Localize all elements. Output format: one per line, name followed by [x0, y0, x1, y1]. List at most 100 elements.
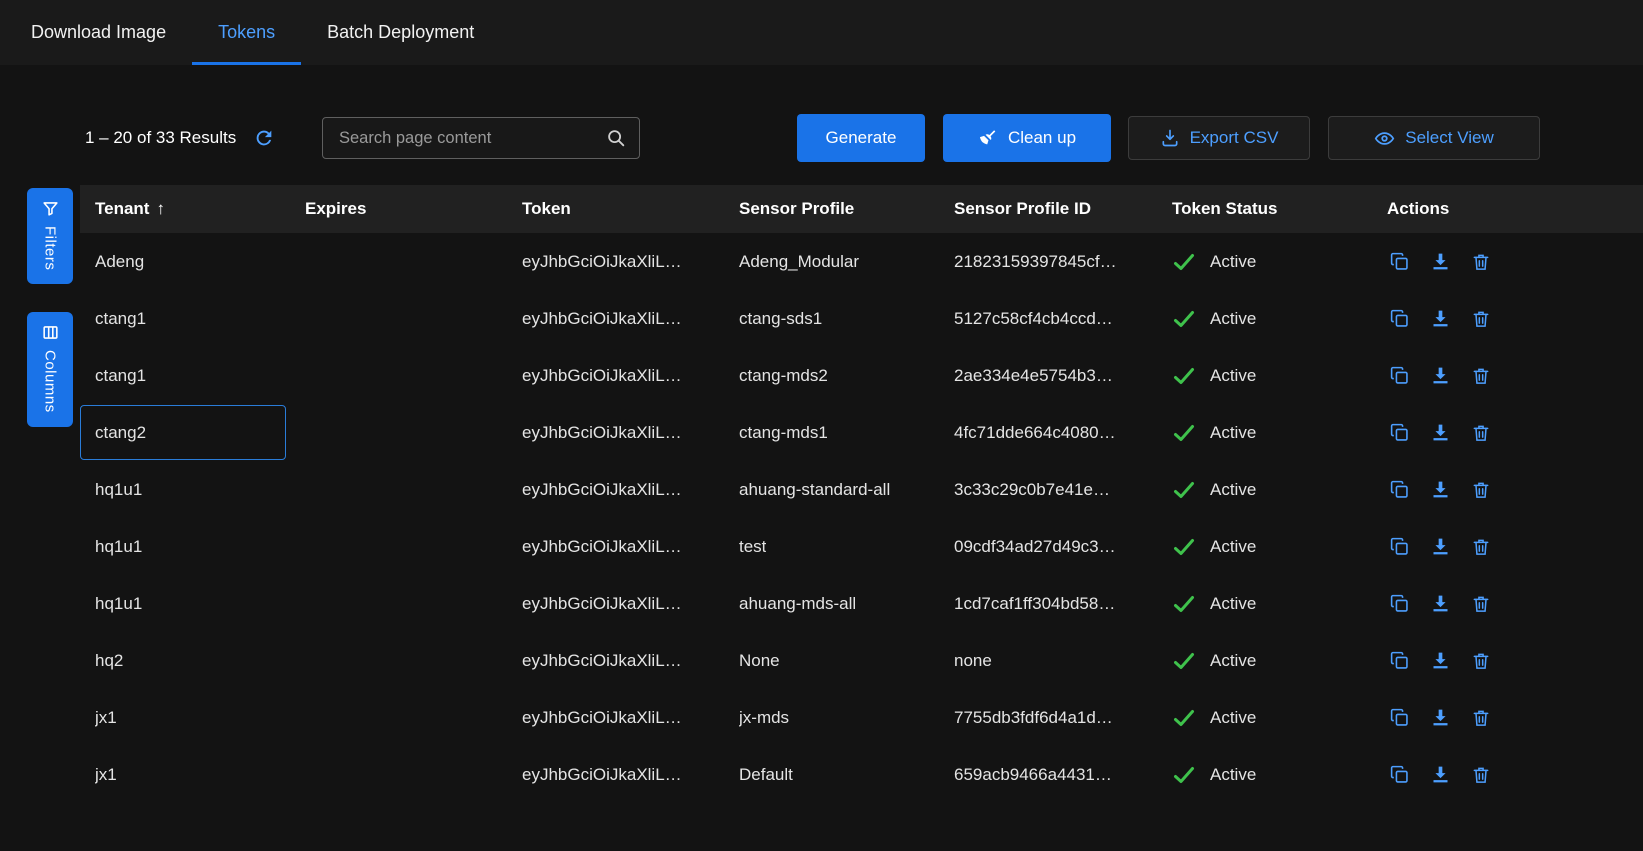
header-token[interactable]: Token	[507, 199, 724, 219]
download-token-button[interactable]	[1428, 649, 1452, 673]
cell-token[interactable]: eyJhbGciOiJkaXliL…	[507, 746, 724, 803]
download-token-button[interactable]	[1428, 307, 1452, 331]
download-token-button[interactable]	[1428, 421, 1452, 445]
cell-sensor-profile[interactable]: None	[724, 632, 939, 689]
cell-tenant[interactable]: ctang2	[80, 405, 286, 460]
cell-token[interactable]: eyJhbGciOiJkaXliL…	[507, 518, 724, 575]
refresh-button[interactable]	[252, 126, 276, 150]
header-token-status[interactable]: Token Status	[1157, 199, 1372, 219]
cell-tenant[interactable]: ctang1	[80, 347, 290, 404]
copy-token-button[interactable]	[1387, 649, 1411, 673]
tab-batch-deployment[interactable]: Batch Deployment	[301, 0, 500, 65]
copy-token-button[interactable]	[1387, 478, 1411, 502]
cell-sensor-profile-id[interactable]: 1cd7caf1ff304bd58…	[939, 575, 1157, 632]
cell-sensor-profile[interactable]: ahuang-mds-all	[724, 575, 939, 632]
search-input[interactable]	[339, 129, 605, 148]
download-token-button[interactable]	[1428, 592, 1452, 616]
cell-expires[interactable]	[290, 518, 507, 575]
export-csv-button[interactable]: Export CSV	[1128, 116, 1310, 160]
cell-token[interactable]: eyJhbGciOiJkaXliL…	[507, 404, 724, 461]
delete-token-button[interactable]	[1469, 592, 1493, 616]
delete-token-button[interactable]	[1469, 364, 1493, 388]
filters-side-tab[interactable]: Filters	[27, 188, 73, 284]
delete-token-button[interactable]	[1469, 706, 1493, 730]
cell-sensor-profile-id[interactable]: 659acb9466a4431…	[939, 746, 1157, 803]
cell-expires[interactable]	[290, 461, 507, 518]
cell-tenant[interactable]: jx1	[80, 746, 290, 803]
download-token-button[interactable]	[1428, 706, 1452, 730]
cell-token[interactable]: eyJhbGciOiJkaXliL…	[507, 461, 724, 518]
cell-sensor-profile[interactable]: test	[724, 518, 939, 575]
cell-tenant[interactable]: hq1u1	[80, 575, 290, 632]
tab-tokens[interactable]: Tokens	[192, 0, 301, 65]
delete-token-button[interactable]	[1469, 649, 1493, 673]
cell-expires[interactable]	[290, 632, 507, 689]
clean-up-button[interactable]: Clean up	[943, 114, 1111, 162]
cell-token[interactable]: eyJhbGciOiJkaXliL…	[507, 575, 724, 632]
cell-sensor-profile-id[interactable]: 4fc71dde664c4080…	[939, 404, 1157, 461]
header-expires[interactable]: Expires	[290, 199, 507, 219]
cell-tenant[interactable]: jx1	[80, 689, 290, 746]
select-view-button[interactable]: Select View	[1328, 116, 1540, 160]
header-tenant[interactable]: Tenant ↑	[80, 199, 290, 219]
cell-expires[interactable]	[290, 746, 507, 803]
delete-token-button[interactable]	[1469, 478, 1493, 502]
cell-sensor-profile-id[interactable]: 2ae334e4e5754b3…	[939, 347, 1157, 404]
cell-sensor-profile[interactable]: ctang-sds1	[724, 290, 939, 347]
copy-token-button[interactable]	[1387, 535, 1411, 559]
cell-sensor-profile-id[interactable]: 09cdf34ad27d49c3…	[939, 518, 1157, 575]
copy-token-button[interactable]	[1387, 364, 1411, 388]
cell-actions	[1372, 404, 1643, 461]
cell-tenant[interactable]: hq2	[80, 632, 290, 689]
columns-side-tab[interactable]: Columns	[27, 312, 73, 427]
sensor-profile-value: ctang-mds2	[739, 366, 828, 386]
cell-tenant[interactable]: hq1u1	[80, 518, 290, 575]
cell-expires[interactable]	[290, 233, 507, 290]
cell-expires[interactable]	[290, 575, 507, 632]
cell-expires[interactable]	[290, 689, 507, 746]
cell-sensor-profile[interactable]: Default	[724, 746, 939, 803]
cell-token[interactable]: eyJhbGciOiJkaXliL…	[507, 290, 724, 347]
header-sensor-profile-id[interactable]: Sensor Profile ID	[939, 199, 1157, 219]
header-sensor-profile[interactable]: Sensor Profile	[724, 199, 939, 219]
delete-token-button[interactable]	[1469, 421, 1493, 445]
cell-expires[interactable]	[290, 347, 507, 404]
cell-sensor-profile-id[interactable]: none	[939, 632, 1157, 689]
delete-token-button[interactable]	[1469, 250, 1493, 274]
cell-token[interactable]: eyJhbGciOiJkaXliL…	[507, 347, 724, 404]
delete-token-button[interactable]	[1469, 535, 1493, 559]
cell-token[interactable]: eyJhbGciOiJkaXliL…	[507, 233, 724, 290]
copy-token-button[interactable]	[1387, 592, 1411, 616]
cell-tenant[interactable]: Adeng	[80, 233, 290, 290]
cell-sensor-profile[interactable]: jx-mds	[724, 689, 939, 746]
download-token-button[interactable]	[1428, 250, 1452, 274]
download-token-button[interactable]	[1428, 763, 1452, 787]
cell-expires[interactable]	[290, 290, 507, 347]
copy-token-button[interactable]	[1387, 763, 1411, 787]
copy-token-button[interactable]	[1387, 307, 1411, 331]
table-row: hq2 eyJhbGciOiJkaXliL… None none Active	[80, 632, 1643, 689]
copy-token-button[interactable]	[1387, 250, 1411, 274]
download-token-button[interactable]	[1428, 535, 1452, 559]
cell-sensor-profile-id[interactable]: 7755db3fdf6d4a1d…	[939, 689, 1157, 746]
cell-token[interactable]: eyJhbGciOiJkaXliL…	[507, 689, 724, 746]
tab-download-image[interactable]: Download Image	[5, 0, 192, 65]
generate-button[interactable]: Generate	[797, 114, 925, 162]
cell-sensor-profile[interactable]: ahuang-standard-all	[724, 461, 939, 518]
cell-expires[interactable]	[290, 404, 507, 461]
download-token-button[interactable]	[1428, 364, 1452, 388]
cell-tenant[interactable]: ctang1	[80, 290, 290, 347]
cell-sensor-profile-id[interactable]: 21823159397845cf…	[939, 233, 1157, 290]
cell-sensor-profile[interactable]: ctang-mds1	[724, 404, 939, 461]
cell-token[interactable]: eyJhbGciOiJkaXliL…	[507, 632, 724, 689]
cell-sensor-profile-id[interactable]: 5127c58cf4cb4ccd…	[939, 290, 1157, 347]
copy-token-button[interactable]	[1387, 706, 1411, 730]
cell-sensor-profile[interactable]: Adeng_Modular	[724, 233, 939, 290]
cell-tenant[interactable]: hq1u1	[80, 461, 290, 518]
download-token-button[interactable]	[1428, 478, 1452, 502]
cell-sensor-profile-id[interactable]: 3c33c29c0b7e41e…	[939, 461, 1157, 518]
cell-sensor-profile[interactable]: ctang-mds2	[724, 347, 939, 404]
copy-token-button[interactable]	[1387, 421, 1411, 445]
delete-token-button[interactable]	[1469, 307, 1493, 331]
delete-token-button[interactable]	[1469, 763, 1493, 787]
